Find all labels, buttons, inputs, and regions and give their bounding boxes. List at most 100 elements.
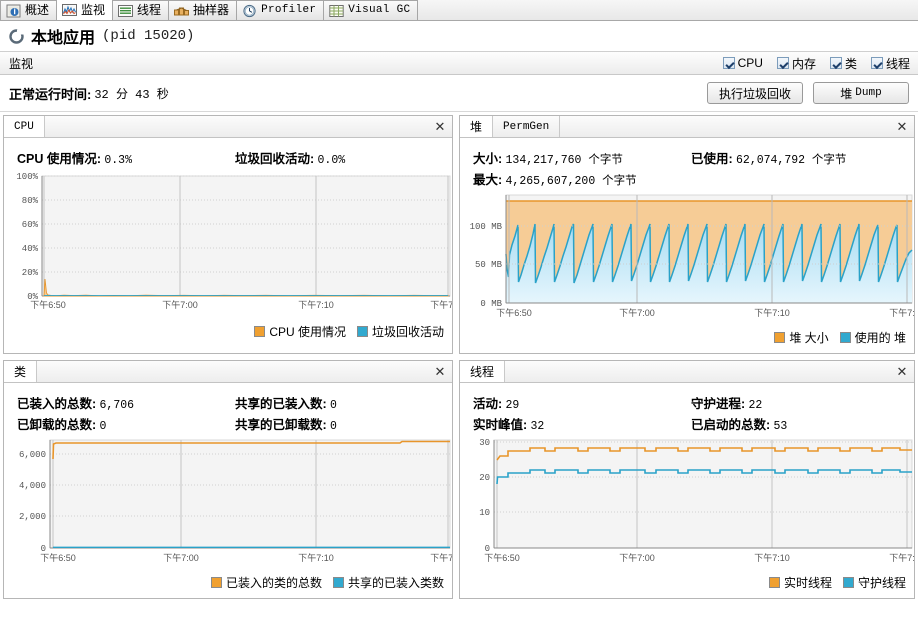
checkbox-threads[interactable]: 线程 [870, 55, 910, 72]
tab-profiler-label: Profiler [261, 4, 317, 16]
cpu-chart-legend: CPU 使用情况 垃圾回收活动 [4, 322, 452, 343]
threads-peak-stat: 实时峰值: 32 [473, 414, 691, 433]
panel-cpu: CPU ✕ CPU 使用情况: 0.3% 垃圾回收活动: 0.0% 100% 8… [3, 115, 453, 354]
threads-daemon-label: 守护进程: [691, 397, 746, 411]
legend-classes-loaded-label: 已装入的类的总数 [225, 576, 322, 590]
classes-shared-unloaded-stat: 共享的已卸载数: 0 [235, 414, 452, 433]
checkbox-classes-box[interactable] [829, 57, 842, 69]
sampler-icon [174, 6, 190, 15]
threads-peak-label: 实时峰值: [473, 418, 528, 432]
tab-visual-gc[interactable]: Visual GC [324, 0, 419, 20]
svg-text:100 MB: 100 MB [470, 222, 503, 232]
panel-cpu-header: CPU ✕ [4, 116, 452, 138]
checkbox-classes-label: 类 [844, 56, 857, 71]
panel-threads: 线程 ✕ 活动: 29 守护进程: 22 实时峰值: 32 已启动的总数: 53… [459, 360, 915, 599]
svg-text:下午6:50: 下午6:50 [496, 307, 532, 318]
classes-unloaded-total-value: 0 [99, 420, 107, 433]
uptime-label: 正常运行时间: [9, 86, 92, 102]
legend-live-threads: 实时线程 [768, 574, 832, 591]
classes-unloaded-total-stat: 已卸载的总数: 0 [17, 414, 235, 433]
legend-classes-shared-label: 共享的已装入类数 [347, 576, 444, 590]
heap-chart: 100 MB 50 MB 0 MB 下午6:50 下午7:00 下午7:10 下… [460, 193, 914, 328]
svg-text:30: 30 [479, 438, 490, 448]
checkbox-memory[interactable]: 内存 [776, 55, 816, 72]
checkbox-classes[interactable]: 类 [829, 55, 857, 72]
uptime-value: 32 分 43 秒 [94, 87, 169, 102]
panel-heap-tab[interactable]: 堆 [460, 116, 494, 137]
heap-dump-button-suffix: Dump [855, 87, 882, 99]
panel-classes-tab[interactable]: 类 [4, 361, 38, 382]
panel-heap-body: 大小: 134,217,760 个字节 已使用: 62,074,792 个字节 … [460, 138, 914, 353]
svg-text:6,000: 6,000 [19, 450, 46, 460]
page-title: 本地应用 [31, 30, 96, 47]
classes-loaded-total-value: 6,706 [99, 399, 135, 412]
close-icon[interactable]: ✕ [890, 116, 914, 137]
tab-overview-label: 概述 [25, 3, 50, 17]
monitor-section-bar: 监视 CPU 内存 类 线程 [0, 52, 918, 75]
monitor-icon [62, 4, 78, 16]
close-icon[interactable]: ✕ [428, 361, 452, 382]
classes-shared-loaded-value: 0 [330, 399, 337, 412]
cpu-usage-value: 0.3% [104, 154, 132, 167]
checkbox-cpu-label: CPU [737, 56, 763, 70]
svg-text:下午7:20: 下午7:20 [889, 307, 915, 318]
chart-toggles: CPU 内存 类 线程 [722, 55, 910, 72]
legend-swatch-blue [332, 577, 344, 588]
tab-sampler[interactable]: 抽样器 [169, 0, 238, 20]
checkbox-threads-box[interactable] [870, 57, 883, 69]
panel-permgen-tab[interactable]: PermGen [493, 116, 561, 137]
overview-icon [6, 4, 21, 17]
legend-cpu-usage: CPU 使用情况 [254, 323, 346, 340]
checkbox-memory-box[interactable] [776, 57, 789, 69]
svg-text:下午6:50: 下午6:50 [30, 299, 66, 310]
heap-chart-legend: 堆 大小 使用的 堆 [460, 328, 914, 349]
svg-text:60%: 60% [22, 220, 39, 230]
visualgc-icon [329, 4, 344, 17]
svg-text:下午7:10: 下午7:10 [754, 307, 790, 318]
panel-classes: 类 ✕ 已装入的总数: 6,706 共享的已装入数: 0 已卸载的总数: 0 共… [3, 360, 453, 599]
legend-daemon-threads: 守护线程 [842, 574, 906, 591]
svg-text:2,000: 2,000 [19, 512, 46, 522]
tab-threads-label: 线程 [137, 3, 162, 17]
tab-sampler-label: 抽样器 [193, 3, 230, 17]
checkbox-threads-label: 线程 [885, 56, 910, 71]
panel-classes-body: 已装入的总数: 6,706 共享的已装入数: 0 已卸载的总数: 0 共享的已卸… [4, 383, 452, 598]
svg-text:下午6:50: 下午6:50 [40, 552, 76, 563]
cpu-usage-label: CPU 使用情况: [17, 152, 102, 166]
svg-text:下午7:20: 下午7:20 [889, 552, 915, 563]
heap-size-label: 大小: [473, 152, 503, 166]
svg-text:下午7:20: 下午7:20 [430, 299, 453, 310]
heap-dump-button-label: 堆 [840, 86, 853, 101]
legend-classes-loaded: 已装入的类的总数 [210, 574, 322, 591]
tab-overview[interactable]: 概述 [0, 0, 58, 20]
classes-unloaded-total-label: 已卸载的总数: [17, 418, 97, 432]
svg-text:20%: 20% [22, 268, 39, 278]
perform-gc-button-label: 执行垃圾回收 [718, 86, 791, 101]
classes-chart-legend: 已装入的类的总数 共享的已装入类数 [4, 573, 452, 594]
perform-gc-button[interactable]: 执行垃圾回收 [707, 82, 803, 104]
checkbox-cpu-box[interactable] [722, 57, 735, 69]
process-id: (pid 15020) [102, 28, 195, 44]
checkbox-cpu[interactable]: CPU [722, 56, 763, 70]
charts-grid: CPU ✕ CPU 使用情况: 0.3% 垃圾回收活动: 0.0% 100% 8… [0, 112, 918, 602]
panel-heap: 堆 PermGen ✕ 大小: 134,217,760 个字节 已使用: 62,… [459, 115, 915, 354]
close-icon[interactable]: ✕ [428, 116, 452, 137]
application-icon [9, 28, 24, 44]
cpu-chart: 100% 80% 60% 40% 20% 0% 下午6:50 下午7:00 下午… [4, 172, 452, 322]
tab-monitor[interactable]: 监视 [57, 0, 114, 20]
svg-text:50 MB: 50 MB [475, 260, 503, 270]
legend-heap-size: 堆 大小 [774, 329, 829, 346]
heap-max-stat: 最大: 4,265,607,200 个字节 [473, 169, 691, 188]
tab-threads[interactable]: 线程 [113, 0, 170, 20]
svg-text:40%: 40% [22, 244, 39, 254]
panel-cpu-tab[interactable]: CPU [4, 116, 45, 137]
action-buttons: 执行垃圾回收 堆 Dump [707, 82, 909, 104]
close-icon[interactable]: ✕ [890, 361, 914, 382]
tab-profiler[interactable]: Profiler [237, 0, 325, 20]
uptime-row: 正常运行时间: 32 分 43 秒 执行垃圾回收 堆 Dump [0, 75, 918, 112]
threads-started-total-stat: 已启动的总数: 53 [691, 414, 914, 433]
panel-classes-header: 类 ✕ [4, 361, 452, 383]
panel-threads-tab[interactable]: 线程 [460, 361, 506, 382]
heap-dump-button[interactable]: 堆 Dump [813, 82, 909, 104]
classes-shared-loaded-label: 共享的已装入数: [235, 397, 327, 411]
